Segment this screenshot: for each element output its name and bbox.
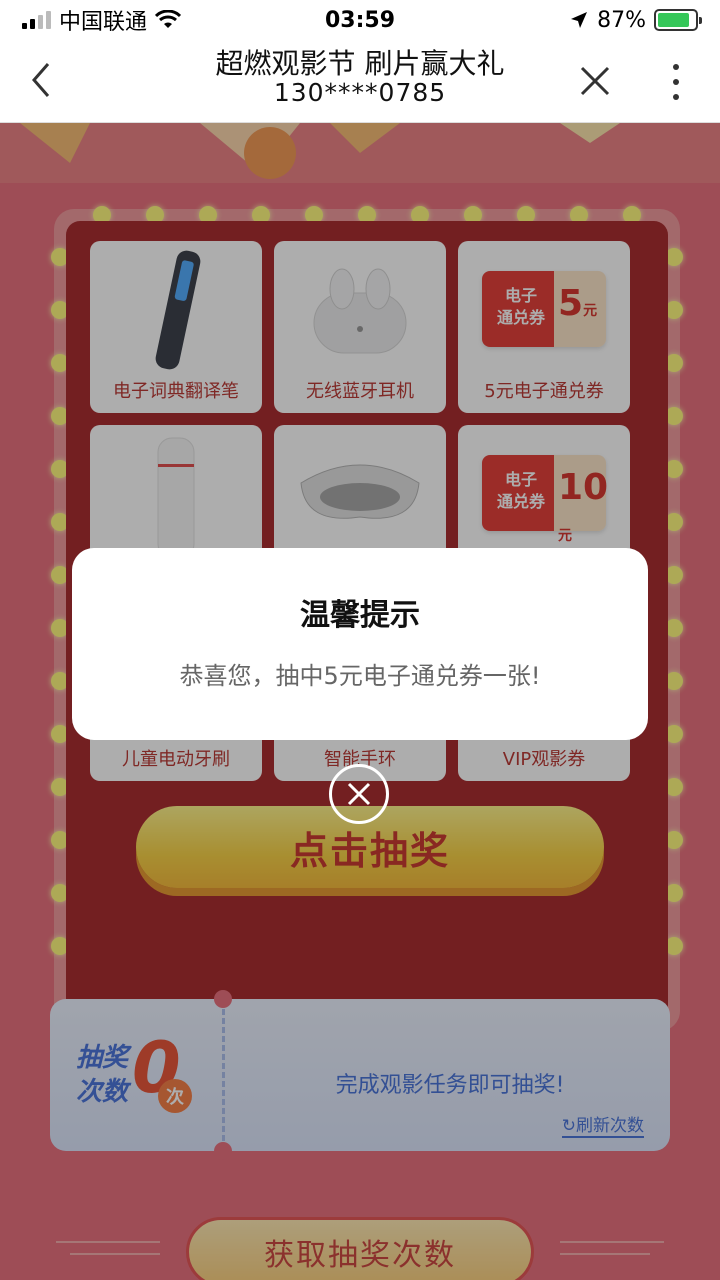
status-bar: 中国联通 03:59 87%: [0, 0, 720, 40]
notice-dialog: 温馨提示 恭喜您，抽中5元电子通兑券一张!: [72, 548, 648, 740]
close-icon[interactable]: [578, 64, 612, 98]
nav-bar: 超燃观影节 刷片赢大礼 130****0785: [0, 40, 720, 123]
page-subtitle: 130****0785: [273, 78, 447, 107]
battery-fill: [658, 13, 690, 27]
dialog-title: 温馨提示: [300, 598, 420, 633]
page-title: 超燃观影节 刷片赢大礼: [215, 47, 505, 80]
close-icon: [347, 782, 371, 806]
cellular-signal-icon: [22, 11, 51, 29]
battery-icon: [654, 9, 702, 31]
dialog-message: 恭喜您，抽中5元电子通兑券一张!: [179, 662, 541, 690]
wifi-icon: [155, 10, 182, 28]
carrier-name: 中国联通: [59, 10, 148, 35]
more-options-icon[interactable]: [664, 64, 688, 100]
battery-percent: 87%: [597, 7, 646, 33]
dialog-close-button[interactable]: [329, 764, 389, 824]
location-arrow-icon: [571, 12, 588, 28]
